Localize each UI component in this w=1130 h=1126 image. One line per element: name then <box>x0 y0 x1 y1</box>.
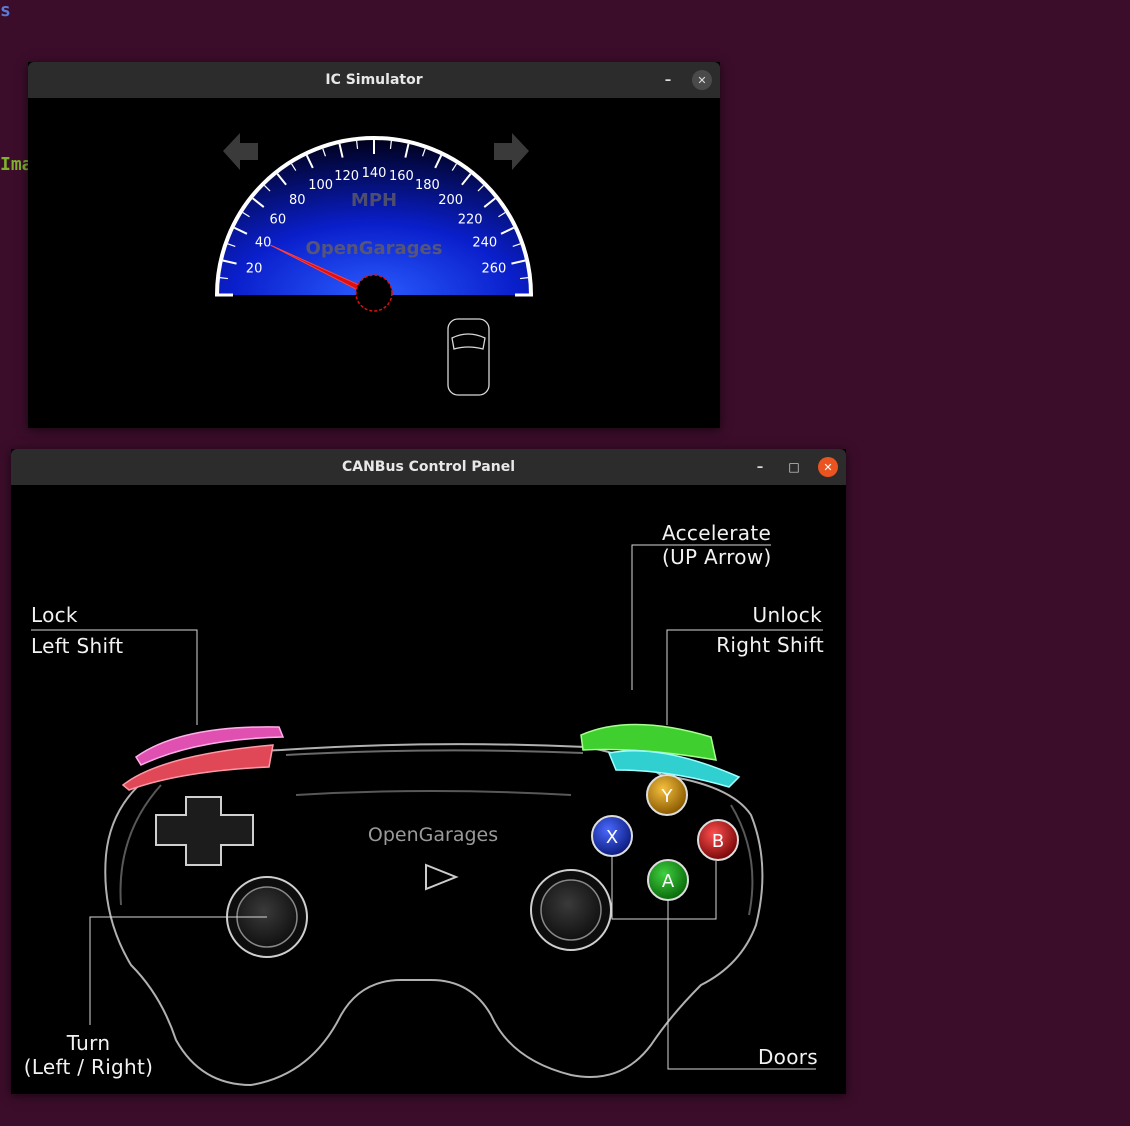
ic-simulator-window: IC Simulator – ✕ 20 40 60 80 100 120 140 160 180… <box>28 62 720 428</box>
car-doors-icon <box>447 318 490 396</box>
a-button[interactable]: A <box>647 859 689 901</box>
speedometer-tick-label: 140 <box>362 166 387 181</box>
speedometer-tick-label: 60 <box>270 212 287 227</box>
speedometer-tick-label: 40 <box>255 236 272 251</box>
speedometer-tick-label: 220 <box>458 212 483 227</box>
left-shift-label: Left Shift <box>31 634 124 658</box>
minimize-button[interactable]: – <box>750 457 770 477</box>
speedometer-tick-label: 180 <box>415 178 440 193</box>
gamepad-diagram: OpenGarages Y X B A <box>31 544 823 1087</box>
ic-simulator-titlebar[interactable]: IC Simulator – ✕ <box>28 62 720 98</box>
up-arrow-label: (UP Arrow) <box>662 545 772 569</box>
instrument-cluster: 20406080100120 140 160180200220240260 MPH … <box>215 133 533 396</box>
speedometer-tick-label: 260 <box>482 262 507 277</box>
b-button-label: B <box>712 831 724 852</box>
right-thumbstick[interactable] <box>530 869 612 951</box>
x-button-label: X <box>606 827 618 848</box>
right-turn-signal-icon <box>494 133 529 170</box>
speedometer-tick-label: 160 <box>389 169 414 184</box>
close-button[interactable]: ✕ <box>692 70 712 90</box>
start-button-icon[interactable] <box>425 863 459 891</box>
window-title: CANBus Control Panel <box>341 459 515 475</box>
lock-label: Lock <box>31 603 78 627</box>
controller-canvas[interactable]: OpenGarages Y X B A Lock Left Shift Acce… <box>11 485 846 1094</box>
accelerate-label: Accelerate <box>662 521 772 545</box>
speedometer-tick-label: 200 <box>438 193 463 208</box>
x-button[interactable]: X <box>591 815 633 857</box>
terminal-text-fragment: s <box>0 0 11 21</box>
turn-direction-label: (Left / Right) <box>23 1055 154 1079</box>
speedometer-tick-label: 20 <box>246 262 263 277</box>
canbus-control-panel-window: CANBus Control Panel – □ ✕ OpenGarages Y… <box>11 449 846 1094</box>
unlock-label: Unlock <box>752 603 822 627</box>
control-panel-titlebar[interactable]: CANBus Control Panel – □ ✕ <box>11 449 846 485</box>
window-title: IC Simulator <box>325 72 423 88</box>
right-shift-label: Right Shift <box>716 633 824 657</box>
ic-simulator-canvas: 20 40 60 80 100 120 140 160 180 200 220 240 260 MPH … <box>28 98 720 428</box>
minimize-button[interactable]: – <box>658 70 678 90</box>
speedometer-tick-label: 100 <box>308 178 333 193</box>
y-button-label: Y <box>661 786 674 807</box>
controller-brand-label: OpenGarages <box>368 824 498 846</box>
y-button[interactable]: Y <box>646 774 688 816</box>
turn-label: Turn <box>66 1031 111 1055</box>
dpad-icon[interactable] <box>155 796 254 866</box>
needle-hub <box>355 274 393 312</box>
maximize-button[interactable]: □ <box>784 457 804 477</box>
speedometer-tick-label: 80 <box>289 193 306 208</box>
speedometer-tick-label: 240 <box>472 236 497 251</box>
b-button[interactable]: B <box>697 819 739 861</box>
speed-unit-label: MPH <box>351 190 397 211</box>
close-button[interactable]: ✕ <box>818 457 838 477</box>
a-button-label: A <box>662 871 675 892</box>
speedometer-tick-label: 120 <box>334 169 359 184</box>
callout-lines <box>31 544 823 1070</box>
gauge-brand-label: OpenGarages <box>306 238 443 259</box>
left-turn-signal-icon <box>223 133 258 170</box>
doors-label: Doors <box>757 1045 818 1069</box>
